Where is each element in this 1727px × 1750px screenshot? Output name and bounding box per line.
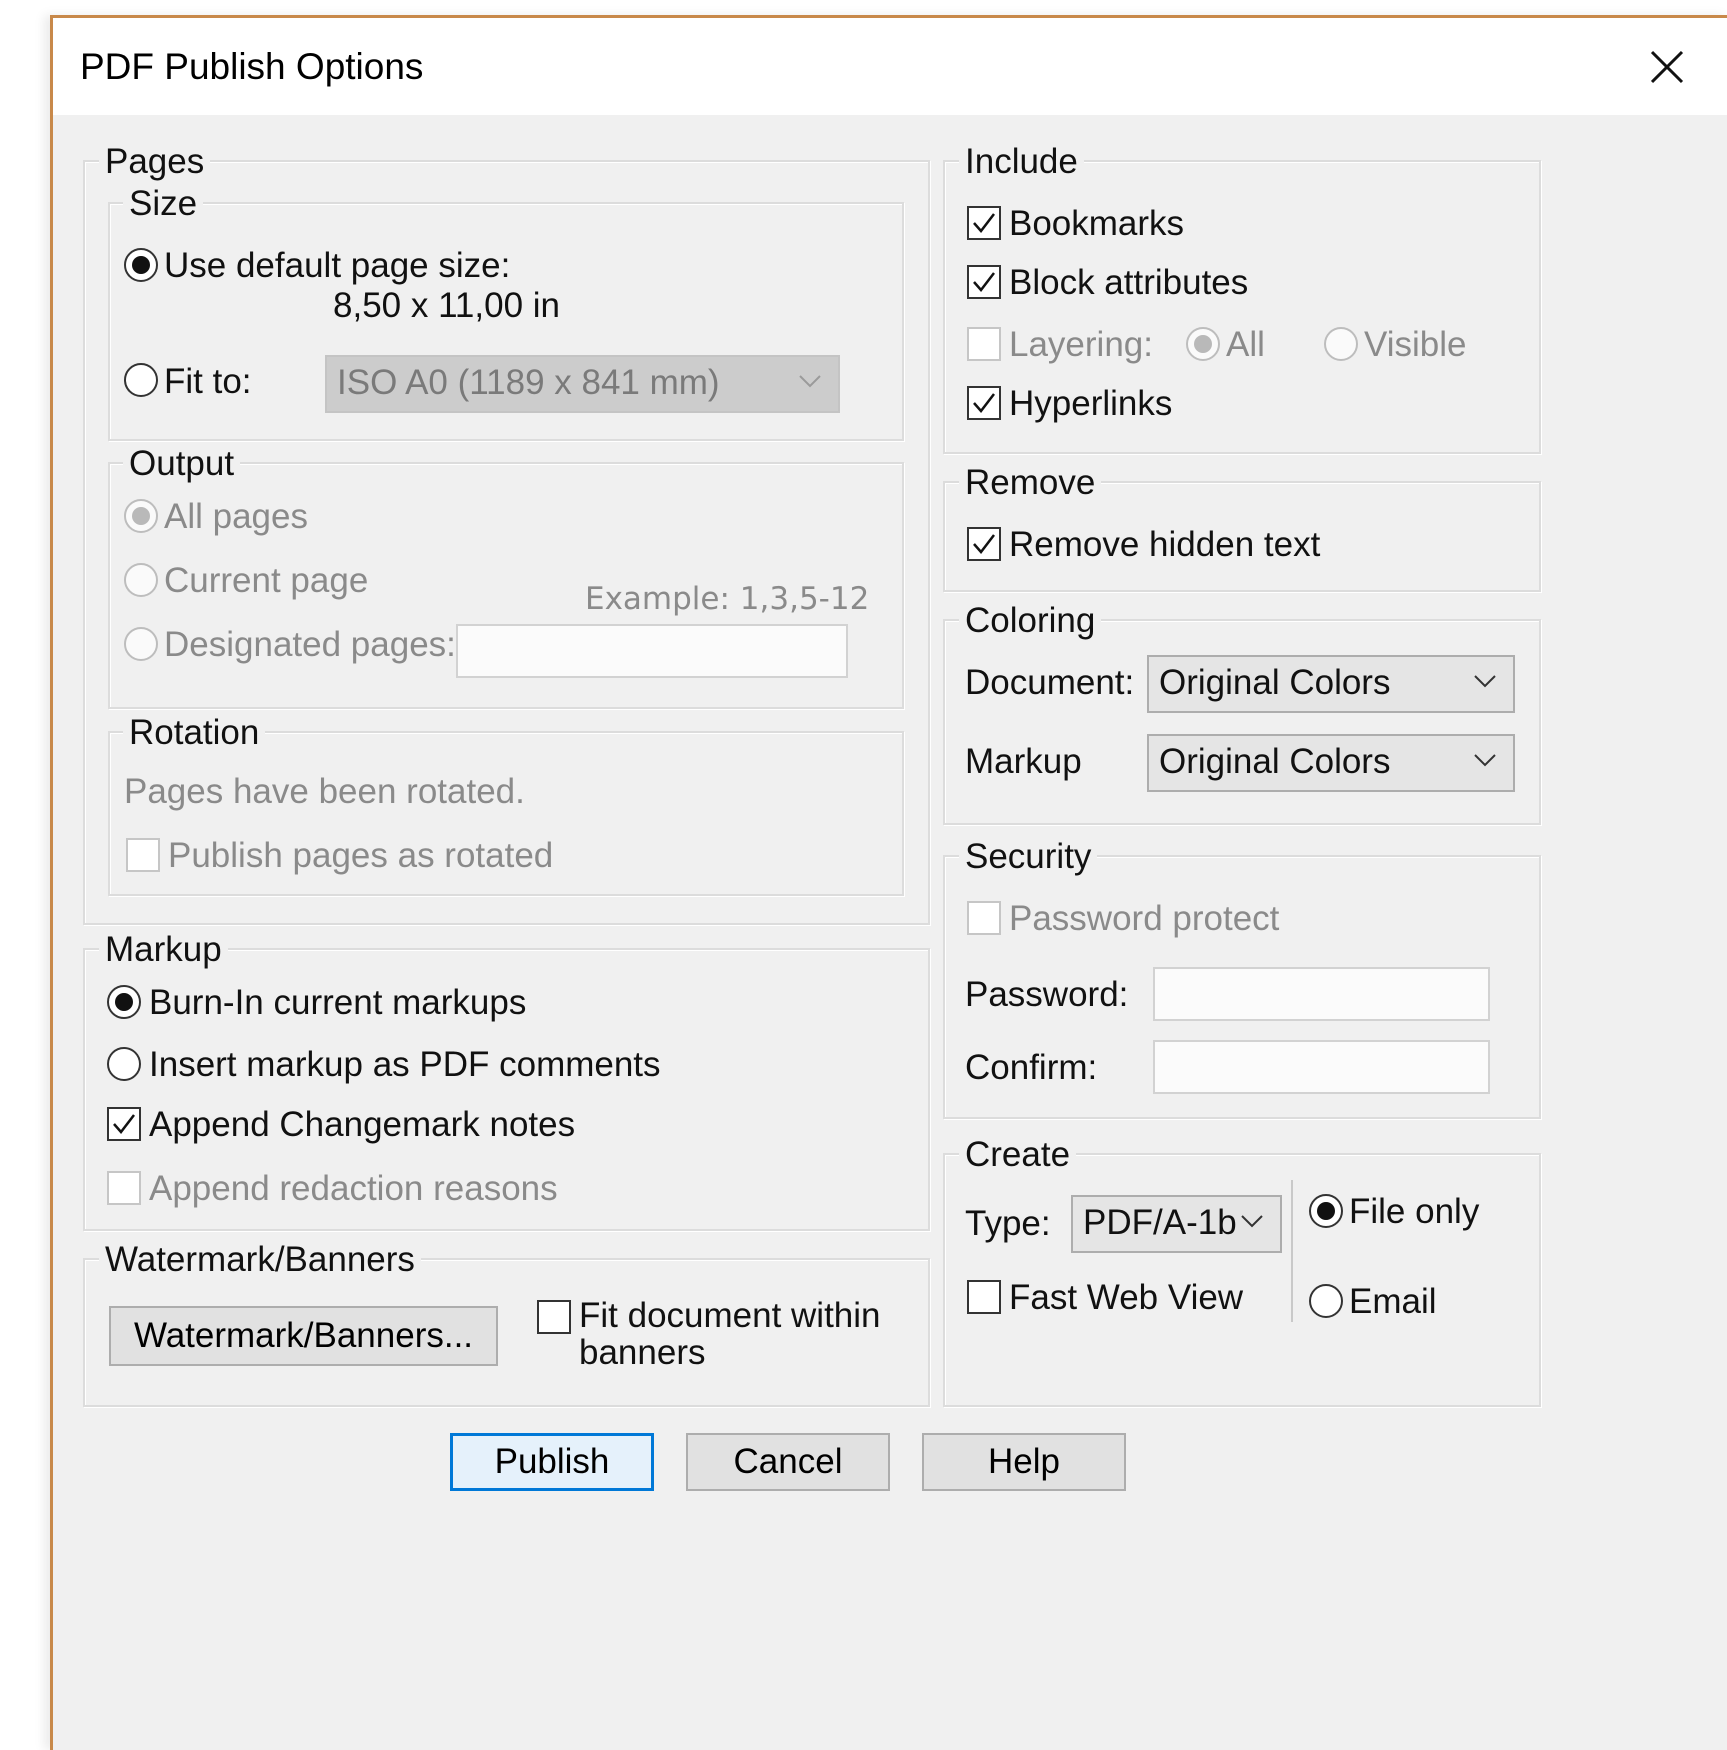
file-only-label[interactable]: File only [1349,1192,1479,1232]
publish-rotated-checkbox[interactable] [126,838,160,872]
bookmarks-label[interactable]: Bookmarks [1009,204,1184,244]
burn-in-markups-radio[interactable] [107,985,141,1019]
append-redaction-label[interactable]: Append redaction reasons [149,1169,558,1209]
designated-example-text: Example: 1,3,5-12 [585,581,870,617]
pages-legend: Pages [99,142,211,182]
type-label: Type: [965,1204,1051,1243]
checkmark-icon [973,393,995,413]
remove-hidden-text-label[interactable]: Remove hidden text [1009,525,1320,565]
dialog-title: PDF Publish Options [80,46,424,87]
designated-pages-radio[interactable] [124,627,158,661]
block-attributes-checkbox[interactable] [967,265,1001,299]
fast-web-view-checkbox[interactable] [967,1280,1001,1314]
rotation-legend: Rotation [123,713,266,753]
coloring-legend: Coloring [959,601,1102,641]
all-pages-label[interactable]: All pages [164,497,308,537]
fit-document-banners-label-line2[interactable]: banners [579,1333,705,1373]
chevron-down-icon [1241,1215,1263,1228]
help-button[interactable]: Help [922,1433,1126,1491]
document-coloring-select[interactable]: Original Colors [1147,655,1515,713]
password-label: Password: [965,975,1129,1014]
use-default-size-radio[interactable] [124,248,158,282]
remove-hidden-text-checkbox[interactable] [967,527,1001,561]
coloring-group [943,619,1541,825]
fast-web-view-label[interactable]: Fast Web View [1009,1278,1243,1318]
checkmark-icon [973,213,995,233]
cancel-button[interactable]: Cancel [686,1433,890,1491]
pdf-publish-options-dialog: PDF Publish Options Pages Size Use defau… [50,15,1727,1750]
file-only-radio[interactable] [1309,1194,1343,1228]
markup-coloring-label: Markup [965,742,1082,781]
create-separator [1291,1180,1293,1322]
markup-coloring-value: Original Colors [1159,742,1391,781]
append-changemark-label[interactable]: Append Changemark notes [149,1105,575,1145]
create-legend: Create [959,1135,1077,1175]
checkmark-icon [973,272,995,292]
all-pages-radio[interactable] [124,499,158,533]
current-page-label[interactable]: Current page [164,561,368,601]
fit-to-select[interactable]: ISO A0 (1189 x 841 mm) [325,355,840,413]
checkmark-icon [973,534,995,554]
markup-legend: Markup [99,930,228,970]
checkmark-icon [113,1114,135,1134]
fit-to-label[interactable]: Fit to: [164,362,252,402]
password-input[interactable] [1153,967,1490,1021]
confirm-label: Confirm: [965,1048,1098,1087]
document-coloring-value: Original Colors [1159,663,1391,702]
current-page-radio[interactable] [124,563,158,597]
fit-to-select-value: ISO A0 (1189 x 841 mm) [337,363,720,402]
watermark-legend: Watermark/Banners [99,1240,421,1280]
insert-pdf-comments-radio[interactable] [107,1047,141,1081]
remove-legend: Remove [959,463,1102,503]
append-redaction-checkbox[interactable] [107,1171,141,1205]
fit-to-radio[interactable] [124,363,158,397]
title-bar: PDF Publish Options [53,18,1727,115]
email-radio[interactable] [1309,1284,1343,1318]
hyperlinks-label[interactable]: Hyperlinks [1009,384,1172,424]
chevron-down-icon [1474,675,1496,688]
markup-coloring-select[interactable]: Original Colors [1147,734,1515,792]
output-legend: Output [123,444,241,484]
bookmarks-checkbox[interactable] [967,206,1001,240]
use-default-size-label[interactable]: Use default page size: [164,246,510,286]
default-size-value: 8,50 x 11,00 in [333,286,561,325]
layering-visible-label[interactable]: Visible [1364,325,1466,365]
password-protect-label[interactable]: Password protect [1009,899,1279,939]
include-legend: Include [959,142,1084,182]
hyperlinks-checkbox[interactable] [967,386,1001,420]
publish-rotated-label[interactable]: Publish pages as rotated [168,836,553,876]
layering-all-radio[interactable] [1186,327,1220,361]
close-icon[interactable] [1640,40,1694,94]
chevron-down-icon [1474,754,1496,767]
size-legend: Size [123,184,204,224]
layering-label[interactable]: Layering: [1009,325,1153,365]
burn-in-markups-label[interactable]: Burn-In current markups [149,983,526,1023]
chevron-down-icon [799,375,821,388]
password-protect-checkbox[interactable] [967,901,1001,935]
block-attributes-label[interactable]: Block attributes [1009,263,1248,303]
insert-pdf-comments-label[interactable]: Insert markup as PDF comments [149,1045,661,1085]
type-select-value: PDF/A-1b [1083,1203,1237,1242]
confirm-password-input[interactable] [1153,1040,1490,1094]
layering-checkbox[interactable] [967,327,1001,361]
type-select[interactable]: PDF/A-1b [1071,1195,1282,1253]
fit-document-banners-label[interactable]: Fit document within [579,1296,881,1336]
designated-pages-label[interactable]: Designated pages: [164,625,456,665]
document-coloring-label: Document: [965,663,1135,702]
watermark-banners-button[interactable]: Watermark/Banners... [109,1306,498,1366]
append-changemark-checkbox[interactable] [107,1107,141,1141]
fit-document-banners-checkbox[interactable] [537,1300,571,1334]
designated-pages-input[interactable] [456,624,848,678]
layering-all-label[interactable]: All [1226,325,1265,365]
publish-button[interactable]: Publish [450,1433,654,1491]
security-legend: Security [959,837,1098,877]
email-label[interactable]: Email [1349,1282,1437,1322]
rotation-message: Pages have been rotated. [124,772,525,811]
layering-visible-radio[interactable] [1324,327,1358,361]
